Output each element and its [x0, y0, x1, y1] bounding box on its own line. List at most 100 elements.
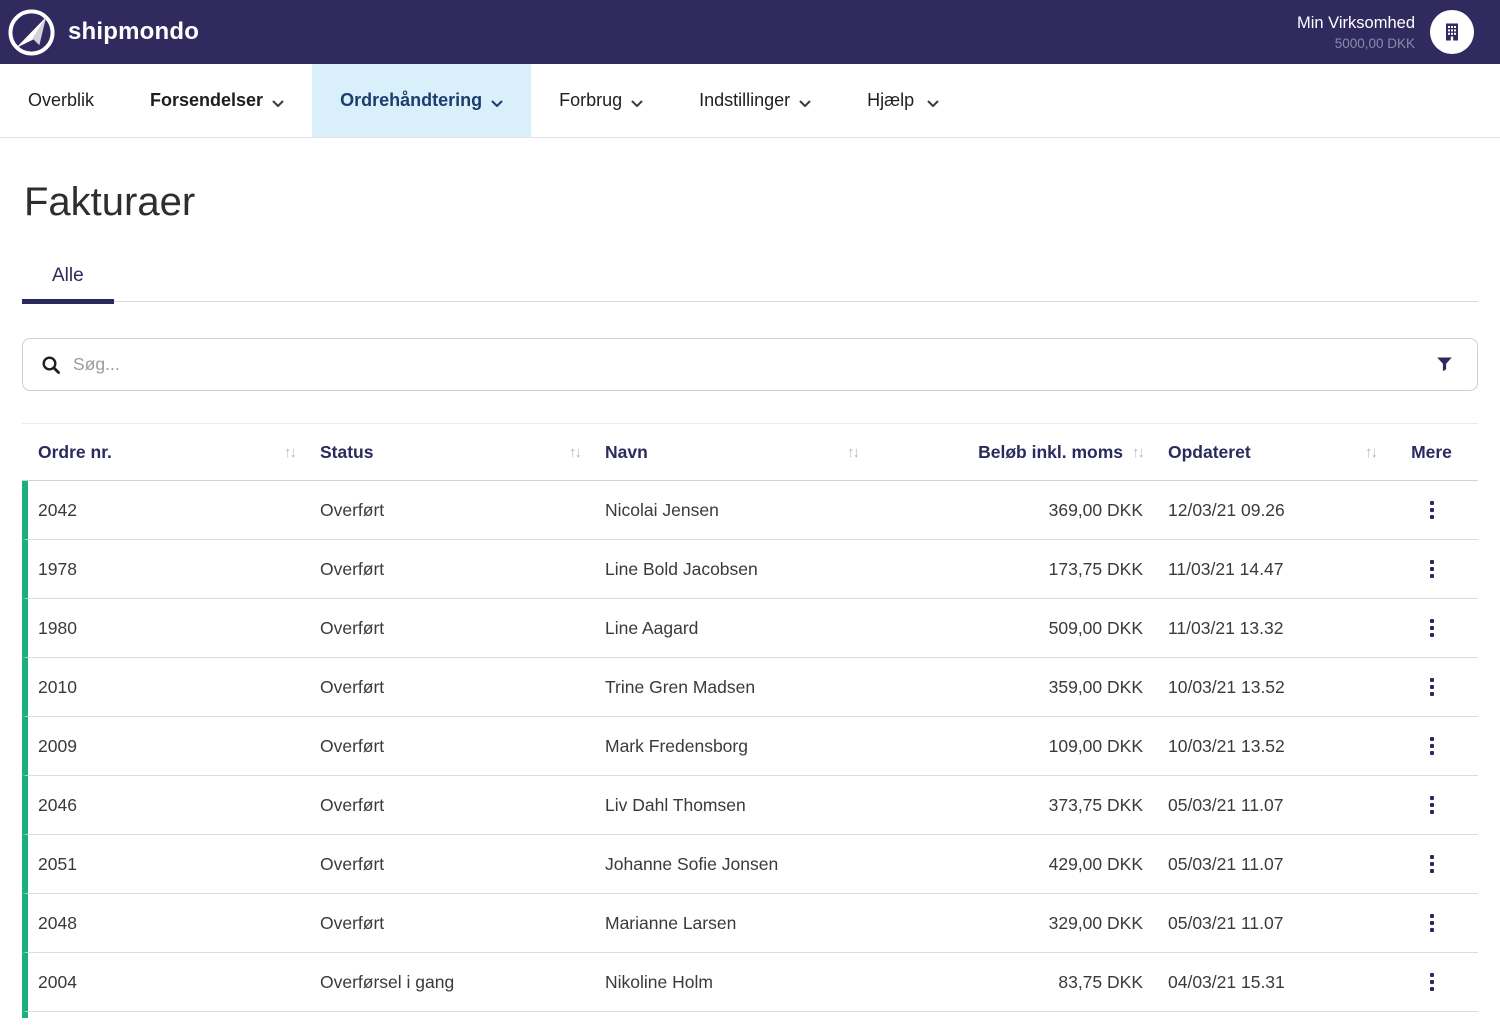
cell-updated: 05/03/21 11.07 — [1152, 795, 1385, 816]
cell-amount: 173,75 DKK — [867, 559, 1152, 580]
table-row[interactable]: 2051OverførtJohanne Sofie Jonsen429,00 D… — [22, 835, 1478, 894]
column-header-amount[interactable]: Beløb inkl. moms ↑↓ — [867, 442, 1152, 463]
cell-order-number: 2046 — [28, 795, 304, 816]
cell-status: Overført — [304, 736, 589, 757]
sort-arrows-icon[interactable]: ↑↓ — [847, 444, 858, 461]
cell-order-number: 1978 — [28, 559, 304, 580]
column-header-status[interactable]: Status ↑↓ — [304, 442, 589, 463]
cell-status: Overført — [304, 500, 589, 521]
table-body: 2042OverførtNicolai Jensen369,00 DKK12/0… — [22, 481, 1478, 1012]
table-row[interactable]: 2042OverførtNicolai Jensen369,00 DKK12/0… — [22, 481, 1478, 540]
cell-name: Line Aagard — [589, 618, 867, 639]
cell-updated: 04/03/21 15.31 — [1152, 972, 1385, 993]
row-menu-kebab-icon[interactable] — [1420, 495, 1444, 525]
search-input[interactable] — [73, 354, 1420, 375]
row-menu-kebab-icon[interactable] — [1420, 849, 1444, 879]
cell-order-number: 2051 — [28, 854, 304, 875]
cell-name: Trine Gren Madsen — [589, 677, 867, 698]
cell-amount: 109,00 DKK — [867, 736, 1152, 757]
cell-amount: 369,00 DKK — [867, 500, 1152, 521]
cell-name: Johanne Sofie Jonsen — [589, 854, 867, 875]
table-row[interactable]: 2046OverførtLiv Dahl Thomsen373,75 DKK05… — [22, 776, 1478, 835]
chevron-down-icon — [799, 92, 811, 113]
cell-status: Overført — [304, 913, 589, 934]
nav-item-ordrehaandtering[interactable]: Ordrehåndtering — [312, 64, 531, 137]
sort-arrows-icon[interactable]: ↑↓ — [569, 444, 580, 461]
table-row[interactable]: 2004Overførsel i gangNikoline Holm83,75 … — [22, 953, 1478, 1012]
cell-amount: 373,75 DKK — [867, 795, 1152, 816]
table-row[interactable]: 1978OverførtLine Bold Jacobsen173,75 DKK… — [22, 540, 1478, 599]
column-label: Ordre nr. — [38, 442, 112, 463]
nav-item-indstillinger[interactable]: Indstillinger — [671, 64, 839, 137]
row-menu-kebab-icon[interactable] — [1420, 967, 1444, 997]
chevron-down-icon — [272, 92, 284, 113]
cell-more — [1385, 908, 1478, 938]
cell-updated: 05/03/21 11.07 — [1152, 854, 1385, 875]
nav-label: Indstillinger — [699, 90, 790, 111]
table-row[interactable]: 2048OverførtMarianne Larsen329,00 DKK05/… — [22, 894, 1478, 953]
column-label: Beløb inkl. moms — [978, 442, 1123, 463]
row-menu-kebab-icon[interactable] — [1420, 731, 1444, 761]
building-icon — [1440, 20, 1464, 44]
row-menu-kebab-icon[interactable] — [1420, 908, 1444, 938]
sort-arrows-icon[interactable]: ↑↓ — [284, 444, 295, 461]
table-header-row: Ordre nr. ↑↓ Status ↑↓ Navn ↑↓ Beløb ink… — [22, 423, 1478, 481]
cell-name: Mark Fredensborg — [589, 736, 867, 757]
cell-more — [1385, 849, 1478, 879]
nav-label: Hjælp — [867, 90, 914, 111]
cell-status: Overført — [304, 854, 589, 875]
account-balance: 5000,00 DKK — [1297, 36, 1415, 51]
cell-amount: 83,75 DKK — [867, 972, 1152, 993]
nav-item-hjaelp[interactable]: Hjælp — [839, 64, 967, 137]
cell-updated: 11/03/21 13.32 — [1152, 618, 1385, 639]
nav-label: Forbrug — [559, 90, 622, 111]
nav-item-overblik[interactable]: Overblik — [0, 64, 122, 137]
row-menu-kebab-icon[interactable] — [1420, 672, 1444, 702]
account-menu[interactable]: Min Virksomhed 5000,00 DKK — [1297, 10, 1474, 54]
account-name: Min Virksomhed — [1297, 14, 1415, 33]
cell-status: Overført — [304, 677, 589, 698]
cell-order-number: 2042 — [28, 500, 304, 521]
invoice-table: Ordre nr. ↑↓ Status ↑↓ Navn ↑↓ Beløb ink… — [22, 423, 1478, 1018]
sort-arrows-icon[interactable]: ↑↓ — [1365, 444, 1376, 461]
column-header-name[interactable]: Navn ↑↓ — [589, 442, 867, 463]
cell-updated: 05/03/21 11.07 — [1152, 913, 1385, 934]
cell-order-number: 2010 — [28, 677, 304, 698]
column-header-updated[interactable]: Opdateret ↑↓ — [1152, 442, 1385, 463]
table-row[interactable]: 1980OverførtLine Aagard509,00 DKK11/03/2… — [22, 599, 1478, 658]
cell-more — [1385, 495, 1478, 525]
cell-amount: 509,00 DKK — [867, 618, 1152, 639]
cell-updated: 10/03/21 13.52 — [1152, 736, 1385, 757]
nav-item-forsendelser[interactable]: Forsendelser — [122, 64, 312, 137]
nav-item-forbrug[interactable]: Forbrug — [531, 64, 671, 137]
chevron-down-icon — [631, 92, 643, 113]
cell-more — [1385, 672, 1478, 702]
cell-updated: 10/03/21 13.52 — [1152, 677, 1385, 698]
cell-status: Overført — [304, 795, 589, 816]
paper-plane-logo-icon — [8, 9, 55, 56]
cell-order-number: 2009 — [28, 736, 304, 757]
cell-status: Overførsel i gang — [304, 972, 589, 993]
row-menu-kebab-icon[interactable] — [1420, 613, 1444, 643]
avatar[interactable] — [1430, 10, 1474, 54]
tab-bar: Alle — [22, 265, 1478, 302]
table-row[interactable]: 2010OverførtTrine Gren Madsen359,00 DKK1… — [22, 658, 1478, 717]
filter-button[interactable] — [1432, 352, 1457, 377]
cell-name: Liv Dahl Thomsen — [589, 795, 867, 816]
column-header-order[interactable]: Ordre nr. ↑↓ — [22, 442, 304, 463]
brand-logo[interactable]: shipmondo — [8, 9, 199, 56]
search-icon — [41, 355, 61, 375]
main-nav: Overblik Forsendelser Ordrehåndtering Fo… — [0, 64, 1500, 138]
cell-more — [1385, 731, 1478, 761]
cell-status: Overført — [304, 618, 589, 639]
row-menu-kebab-icon[interactable] — [1420, 554, 1444, 584]
tab-alle[interactable]: Alle — [22, 265, 114, 304]
cell-amount: 329,00 DKK — [867, 913, 1152, 934]
row-menu-kebab-icon[interactable] — [1420, 790, 1444, 820]
cell-amount: 429,00 DKK — [867, 854, 1152, 875]
column-label: Status — [320, 442, 373, 463]
nav-label: Overblik — [28, 90, 94, 111]
filter-funnel-icon — [1436, 356, 1453, 373]
table-row[interactable]: 2009OverførtMark Fredensborg109,00 DKK10… — [22, 717, 1478, 776]
sort-arrows-icon[interactable]: ↑↓ — [1132, 444, 1143, 461]
